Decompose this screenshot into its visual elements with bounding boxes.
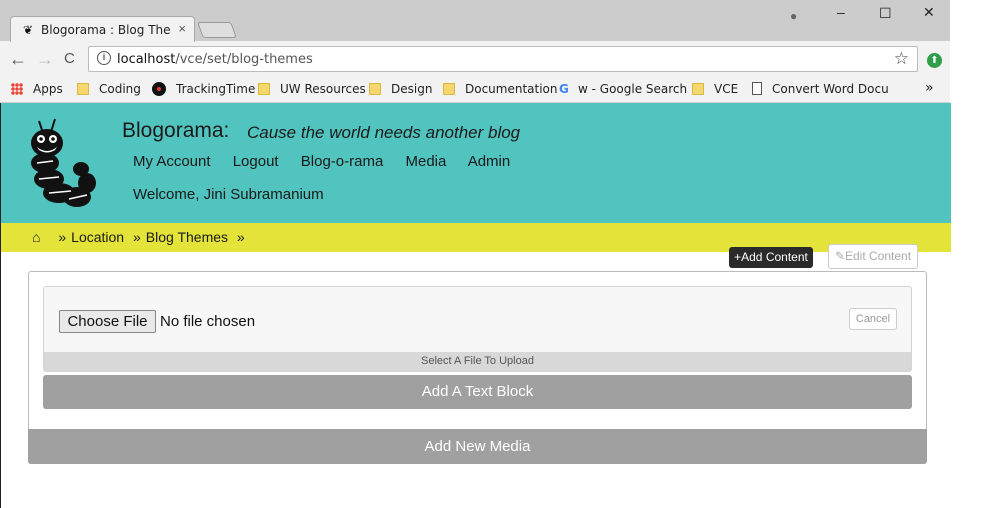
new-tab-button[interactable]	[197, 22, 237, 38]
bookmark-design[interactable]: Design	[369, 82, 432, 96]
bookmark-label: Design	[391, 82, 433, 96]
bookmark-trackingtime[interactable]: TrackingTime	[152, 82, 255, 96]
browser-toolbar: ← → C i localhost/vce/set/blog-themes ☆ …	[0, 41, 950, 77]
file-status: No file chosen	[160, 313, 256, 330]
welcome-message: Welcome, Jini Subramanium	[133, 186, 324, 203]
site-tagline: Cause the world needs another blog	[247, 123, 521, 142]
bookmark-label: UW Resources	[280, 82, 366, 96]
add-new-media-button[interactable]: Add New Media	[28, 429, 927, 464]
reload-icon[interactable]: C	[64, 49, 75, 69]
nav-logout[interactable]: Logout	[233, 153, 279, 170]
close-window-icon[interactable]: ✕	[923, 4, 935, 21]
breadcrumb-location[interactable]: Location	[71, 229, 124, 245]
edit-content-button[interactable]: ✎Edit Content	[828, 244, 918, 269]
breadcrumb-separator: »	[58, 229, 67, 245]
profile-icon[interactable]: ●	[790, 9, 797, 23]
file-upload-box: Choose File No file chosen Cancel Select…	[43, 286, 912, 372]
apps-grid-icon	[11, 83, 23, 95]
breadcrumb-trail: ⌂ » Location » Blog Themes »	[32, 229, 250, 245]
maximize-icon[interactable]: ☐	[879, 5, 892, 22]
bookmark-label: Apps	[33, 82, 63, 96]
breadcrumb-separator: »	[132, 229, 141, 245]
trackingtime-icon	[152, 82, 166, 96]
back-icon[interactable]: ←	[9, 49, 27, 69]
folder-icon	[258, 83, 270, 95]
home-icon[interactable]: ⌂	[32, 229, 40, 245]
browser-chrome: ❦ Blogorama : Blog Theme × ● – ☐ ✕ ← → C…	[0, 0, 950, 103]
bookmark-label: w - Google Search	[578, 82, 688, 96]
nav-media[interactable]: Media	[405, 153, 446, 170]
breadcrumb-blog-themes[interactable]: Blog Themes	[146, 229, 228, 245]
minimize-icon[interactable]: –	[837, 4, 845, 20]
bookmark-coding[interactable]: Coding	[77, 82, 141, 96]
tab-strip: ❦ Blogorama : Blog Theme × ● – ☐ ✕	[0, 0, 950, 42]
folder-icon	[443, 83, 455, 95]
forward-icon[interactable]: →	[36, 49, 54, 69]
page-content: Blogorama: Cause the world needs another…	[0, 103, 951, 508]
nav-admin[interactable]: Admin	[468, 153, 511, 170]
bookmark-convert-word[interactable]: Convert Word Docu	[752, 82, 889, 96]
bookmark-apps[interactable]: Apps	[11, 82, 63, 96]
browser-tab[interactable]: ❦ Blogorama : Blog Theme ×	[10, 16, 195, 42]
bookmark-label: TrackingTime	[176, 82, 256, 96]
breadcrumb-separator: »	[236, 229, 245, 245]
tab-title: Blogorama : Blog Theme	[41, 23, 171, 37]
bookmark-label: Documentation	[465, 82, 558, 96]
folder-icon	[369, 83, 381, 95]
bookmarks-bar: Apps Coding TrackingTime UW Resources De…	[0, 77, 950, 103]
folder-icon	[77, 83, 89, 95]
bookmark-vce[interactable]: VCE	[692, 82, 738, 96]
bookmark-documentation[interactable]: Documentation	[443, 82, 558, 96]
caterpillar-favicon-icon: ❦	[23, 23, 34, 37]
bookmark-star-icon[interactable]: ☆	[894, 49, 909, 69]
choose-file-button[interactable]: Choose File	[59, 310, 156, 333]
upload-hint: Select A File To Upload	[44, 352, 911, 371]
add-content-button[interactable]: +Add Content	[729, 247, 813, 268]
nav-my-account[interactable]: My Account	[133, 153, 211, 170]
folder-icon	[692, 83, 704, 95]
extension-icon[interactable]: ⬆	[927, 53, 942, 68]
caterpillar-logo	[31, 118, 96, 207]
site-title[interactable]: Blogorama:	[122, 119, 229, 143]
bookmark-label: Coding	[99, 82, 141, 96]
main-nav: My Account Logout Blog-o-rama Media Admi…	[133, 153, 528, 170]
google-icon: G	[559, 82, 569, 96]
document-icon	[752, 82, 762, 95]
bookmark-label: Convert Word Docu	[772, 82, 889, 96]
site-header: Blogorama: Cause the world needs another…	[1, 103, 951, 223]
tab-close-icon[interactable]: ×	[178, 21, 186, 36]
info-icon[interactable]: i	[97, 51, 111, 65]
nav-blog-o-rama[interactable]: Blog-o-rama	[301, 153, 384, 170]
bookmark-uw-resources[interactable]: UW Resources	[258, 82, 366, 96]
url-path: /vce/set/blog-themes	[175, 52, 313, 67]
url-host: localhost	[117, 52, 176, 67]
address-bar[interactable]: i localhost/vce/set/blog-themes ☆	[88, 46, 918, 72]
bookmark-label: VCE	[714, 82, 739, 96]
add-text-block-button[interactable]: Add A Text Block	[43, 375, 912, 409]
bookmark-google-search[interactable]: Gw - Google Search	[559, 82, 687, 96]
cancel-button[interactable]: Cancel	[849, 308, 897, 330]
content-panel: Choose File No file chosen Cancel Select…	[28, 271, 927, 464]
url-text[interactable]: localhost/vce/set/blog-themes	[117, 52, 313, 67]
bookmarks-overflow-icon[interactable]: »	[925, 80, 934, 96]
